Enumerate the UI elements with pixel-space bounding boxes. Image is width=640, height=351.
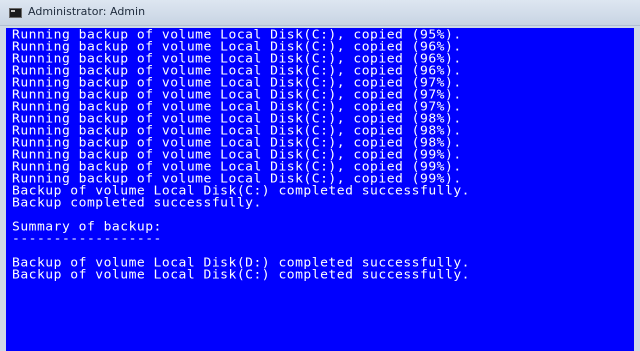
command-prompt-icon: [9, 8, 22, 18]
window-title: Administrator: Admin: [28, 5, 146, 18]
console-window: Administrator: Admin Running backup of v…: [0, 0, 640, 351]
console-line: Backup completed successfully.: [12, 196, 262, 211]
console-line: ------------------: [12, 232, 162, 247]
console-line: Backup of volume Local Disk(C:) complete…: [12, 268, 470, 283]
console-output[interactable]: Running backup of volume Local Disk(C:),…: [6, 28, 634, 351]
console-lines: Running backup of volume Local Disk(C:),…: [12, 29, 470, 283]
title-bar[interactable]: Administrator: Admin: [0, 0, 640, 26]
